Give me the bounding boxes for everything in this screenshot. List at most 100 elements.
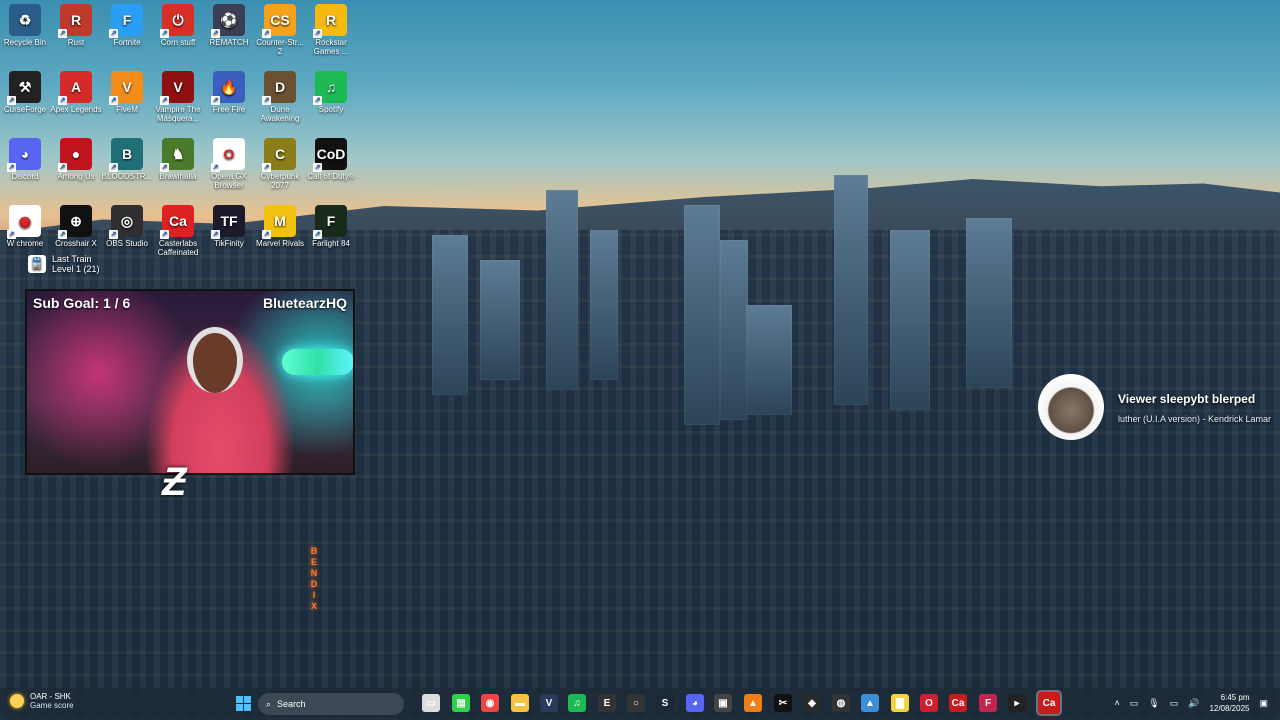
shortcut-arrow-icon: ↗ — [58, 163, 67, 172]
desktop-icon-rematch[interactable]: ⚽ ↗ REMATCH — [202, 0, 256, 47]
shortcut-arrow-icon: ↗ — [160, 29, 169, 38]
shortcut-arrow-icon: ↗ — [58, 96, 67, 105]
app-logo-icon: ● ↗ — [58, 138, 92, 172]
desktop-icon-obs-studio[interactable]: ◎ ↗ OBS Studio — [100, 201, 154, 248]
desktop-icon-corn-stuff[interactable]: ⏻ ↗ Corn stuff — [151, 0, 205, 47]
neon-sign-letter: E — [310, 557, 317, 567]
desktop-icon-discord[interactable]: ◕ ↗ Discord — [0, 134, 52, 181]
app-dark-icon[interactable]: ▣ — [714, 694, 732, 712]
chrome-icon[interactable]: ◉ — [481, 694, 499, 712]
steam-icon[interactable]: S — [656, 694, 674, 712]
desktop-icon-label: BLOODSTR... — [101, 172, 153, 181]
desktop-icon-tikfinity[interactable]: TF ↗ TikFinity — [202, 201, 256, 248]
nvidia-icon[interactable]: ▸ — [1008, 694, 1026, 712]
app-logo-icon: ⚒ ↗ — [7, 71, 41, 105]
windows-start-icon — [235, 695, 251, 711]
network-icon[interactable]: ▭ — [1170, 698, 1179, 709]
app-logo-icon: F ↗ — [109, 4, 143, 38]
desktop-icon-counter-str-2[interactable]: CS ↗ Counter-Str... 2 — [253, 0, 307, 56]
desktop-icon-label: TikFinity — [214, 239, 244, 248]
desktop-icon-dune-awakening[interactable]: D ↗ Dune Awakening — [253, 67, 307, 123]
desktop-icon-label: Opera GX Browser — [210, 172, 247, 190]
desktop-icon-crosshair-x[interactable]: ⊕ ↗ Crosshair X — [49, 201, 103, 248]
desktop-icon-label: Dune Awakening — [260, 105, 300, 123]
desktop-icon-brawlhalla[interactable]: ♞ ↗ Brawlhalla — [151, 134, 205, 181]
casterlabs-active-icon[interactable]: Ca — [1036, 690, 1062, 716]
app-f-icon[interactable]: F — [979, 694, 997, 712]
desktop-icon-label: Casterlabs Caffeinated — [157, 239, 199, 257]
desktop-icon-call-of-duty[interactable]: CoD ↗ Call of Duty® — [304, 134, 358, 181]
app-logo-icon: 🔥 ↗ — [211, 71, 245, 105]
app-emblem-icon[interactable]: ◆ — [803, 694, 821, 712]
desktop-icon-spotify[interactable]: ♫ ↗ Spotify — [304, 67, 358, 114]
desktop-icon-fivem[interactable]: V ↗ FiveM — [100, 67, 154, 114]
microphone-icon[interactable]: 🎙 — [1148, 698, 1159, 709]
desktop-icon-bloodstr[interactable]: B ↗ BLOODSTR... — [100, 134, 154, 181]
opera-gx-icon[interactable]: O — [920, 694, 938, 712]
desktop-icon-vampire-the-masquera[interactable]: V ↗ Vampire The Masquera... — [151, 67, 205, 123]
casterlabs-icon[interactable]: Ca — [949, 694, 967, 712]
sticky-notes-icon[interactable]: ▇ — [891, 694, 909, 712]
desktop-icon-marvel-rivals[interactable]: M ↗ Marvel Rivals — [253, 201, 307, 248]
shortcut-arrow-icon: ↗ — [58, 230, 67, 239]
desktop-icon-rockstar-games[interactable]: R ↗ Rockstar Games ... — [304, 0, 358, 56]
shortcut-arrow-icon: ↗ — [109, 29, 118, 38]
app-logo-icon: CS ↗ — [262, 4, 296, 38]
streamer-logo-icon: Ƶ — [162, 460, 187, 504]
desktop-icon-curseforge[interactable]: ⚒ ↗ CurseForge — [0, 67, 52, 114]
shortcut-arrow-icon: ↗ — [313, 230, 322, 239]
desktop-icon-free-fire[interactable]: 🔥 ↗ Free Fire — [202, 67, 256, 114]
desktop-icon-recycle-bin[interactable]: ♻ Recycle Bin — [0, 0, 52, 47]
desktop-icon-casterlabs-caffeinated[interactable]: Ca ↗ Casterlabs Caffeinated — [151, 201, 205, 257]
desktop-icon-label: FiveM — [116, 105, 138, 114]
desktop-icon-label: Counter-Str... 2 — [256, 38, 304, 56]
desktop-icon-label: Recycle Bin — [3, 38, 47, 47]
shortcut-arrow-icon: ↗ — [109, 163, 118, 172]
desktop-icon-rust[interactable]: R ↗ Rust — [49, 0, 103, 47]
last-train-widget[interactable]: 🚆 Last Train Level 1 (21) — [28, 254, 100, 274]
spotify-icon[interactable]: ♫ — [568, 694, 586, 712]
taskbar-widget-score[interactable]: OAR - SHK Game score — [10, 692, 74, 710]
desktop-icon-label: Rockstar Games ... — [313, 38, 349, 56]
photos-icon[interactable]: ▲ — [861, 694, 879, 712]
desktop-icon-label: Farlight 84 — [312, 239, 350, 248]
vscode-icon[interactable]: V — [540, 694, 558, 712]
shortcut-arrow-icon: ↗ — [313, 163, 322, 172]
score-title: OAR - SHK — [30, 692, 71, 701]
score-subtitle: Game score — [30, 701, 74, 710]
shortcut-arrow-icon: ↗ — [160, 96, 169, 105]
cat-avatar — [1038, 374, 1104, 440]
start-button[interactable] — [234, 694, 252, 712]
chevron-up-icon[interactable]: ˄ — [1114, 698, 1119, 708]
app-logo-icon: ◎ ↗ — [109, 205, 143, 239]
desktop-icon-label: Free Fire — [212, 105, 246, 114]
desktop-icon-apex-legends[interactable]: A ↗ Apex Legends — [49, 67, 103, 114]
xbox-icon[interactable]: ▤ — [452, 694, 470, 712]
shortcut-arrow-icon: ↗ — [58, 29, 67, 38]
epic-icon[interactable]: E — [598, 694, 616, 712]
desktop-icon-cyberpunk-2077[interactable]: C ↗ Cyberpunk 2077 — [253, 134, 307, 190]
desktop-icon-opera-gx-browser[interactable]: O ↗ Opera GX Browser — [202, 134, 256, 190]
vlc-icon[interactable]: ▲ — [744, 694, 762, 712]
volume-icon[interactable]: 🔊 — [1188, 698, 1199, 709]
capcut-icon[interactable]: ✂ — [774, 694, 792, 712]
file-explorer-icon[interactable]: ▭ — [422, 694, 440, 712]
desktop-icon-farlight-84[interactable]: F ↗ Farlight 84 — [304, 201, 358, 248]
display-icon[interactable]: ▭ — [1130, 698, 1139, 709]
discord-icon[interactable]: ◕ — [686, 694, 704, 712]
shortcut-arrow-icon: ↗ — [211, 163, 220, 172]
notification-icon[interactable]: ▣ — [1259, 698, 1268, 709]
app-ring-icon[interactable]: ○ — [627, 694, 645, 712]
desktop-icon-w-chrome[interactable]: ◉ ↗ W chrome — [0, 201, 52, 248]
folder-icon[interactable]: ▬ — [511, 694, 529, 712]
desktop-icon-fortnite[interactable]: F ↗ Fortnite — [100, 0, 154, 47]
shortcut-arrow-icon: ↗ — [211, 29, 220, 38]
neon-sign-letter: D — [310, 579, 318, 589]
browser-icon[interactable]: ◍ — [832, 694, 850, 712]
taskbar-search[interactable]: ⌕ Search — [258, 693, 404, 715]
app-logo-icon: ◉ ↗ — [7, 205, 41, 239]
shortcut-arrow-icon: ↗ — [262, 96, 271, 105]
neon-sign: BENDIX — [309, 546, 319, 612]
desktop-icon-among-us[interactable]: ● ↗ Among Us — [49, 134, 103, 181]
taskbar-clock[interactable]: 6:45 pm 12/08/2025 — [1209, 692, 1249, 714]
